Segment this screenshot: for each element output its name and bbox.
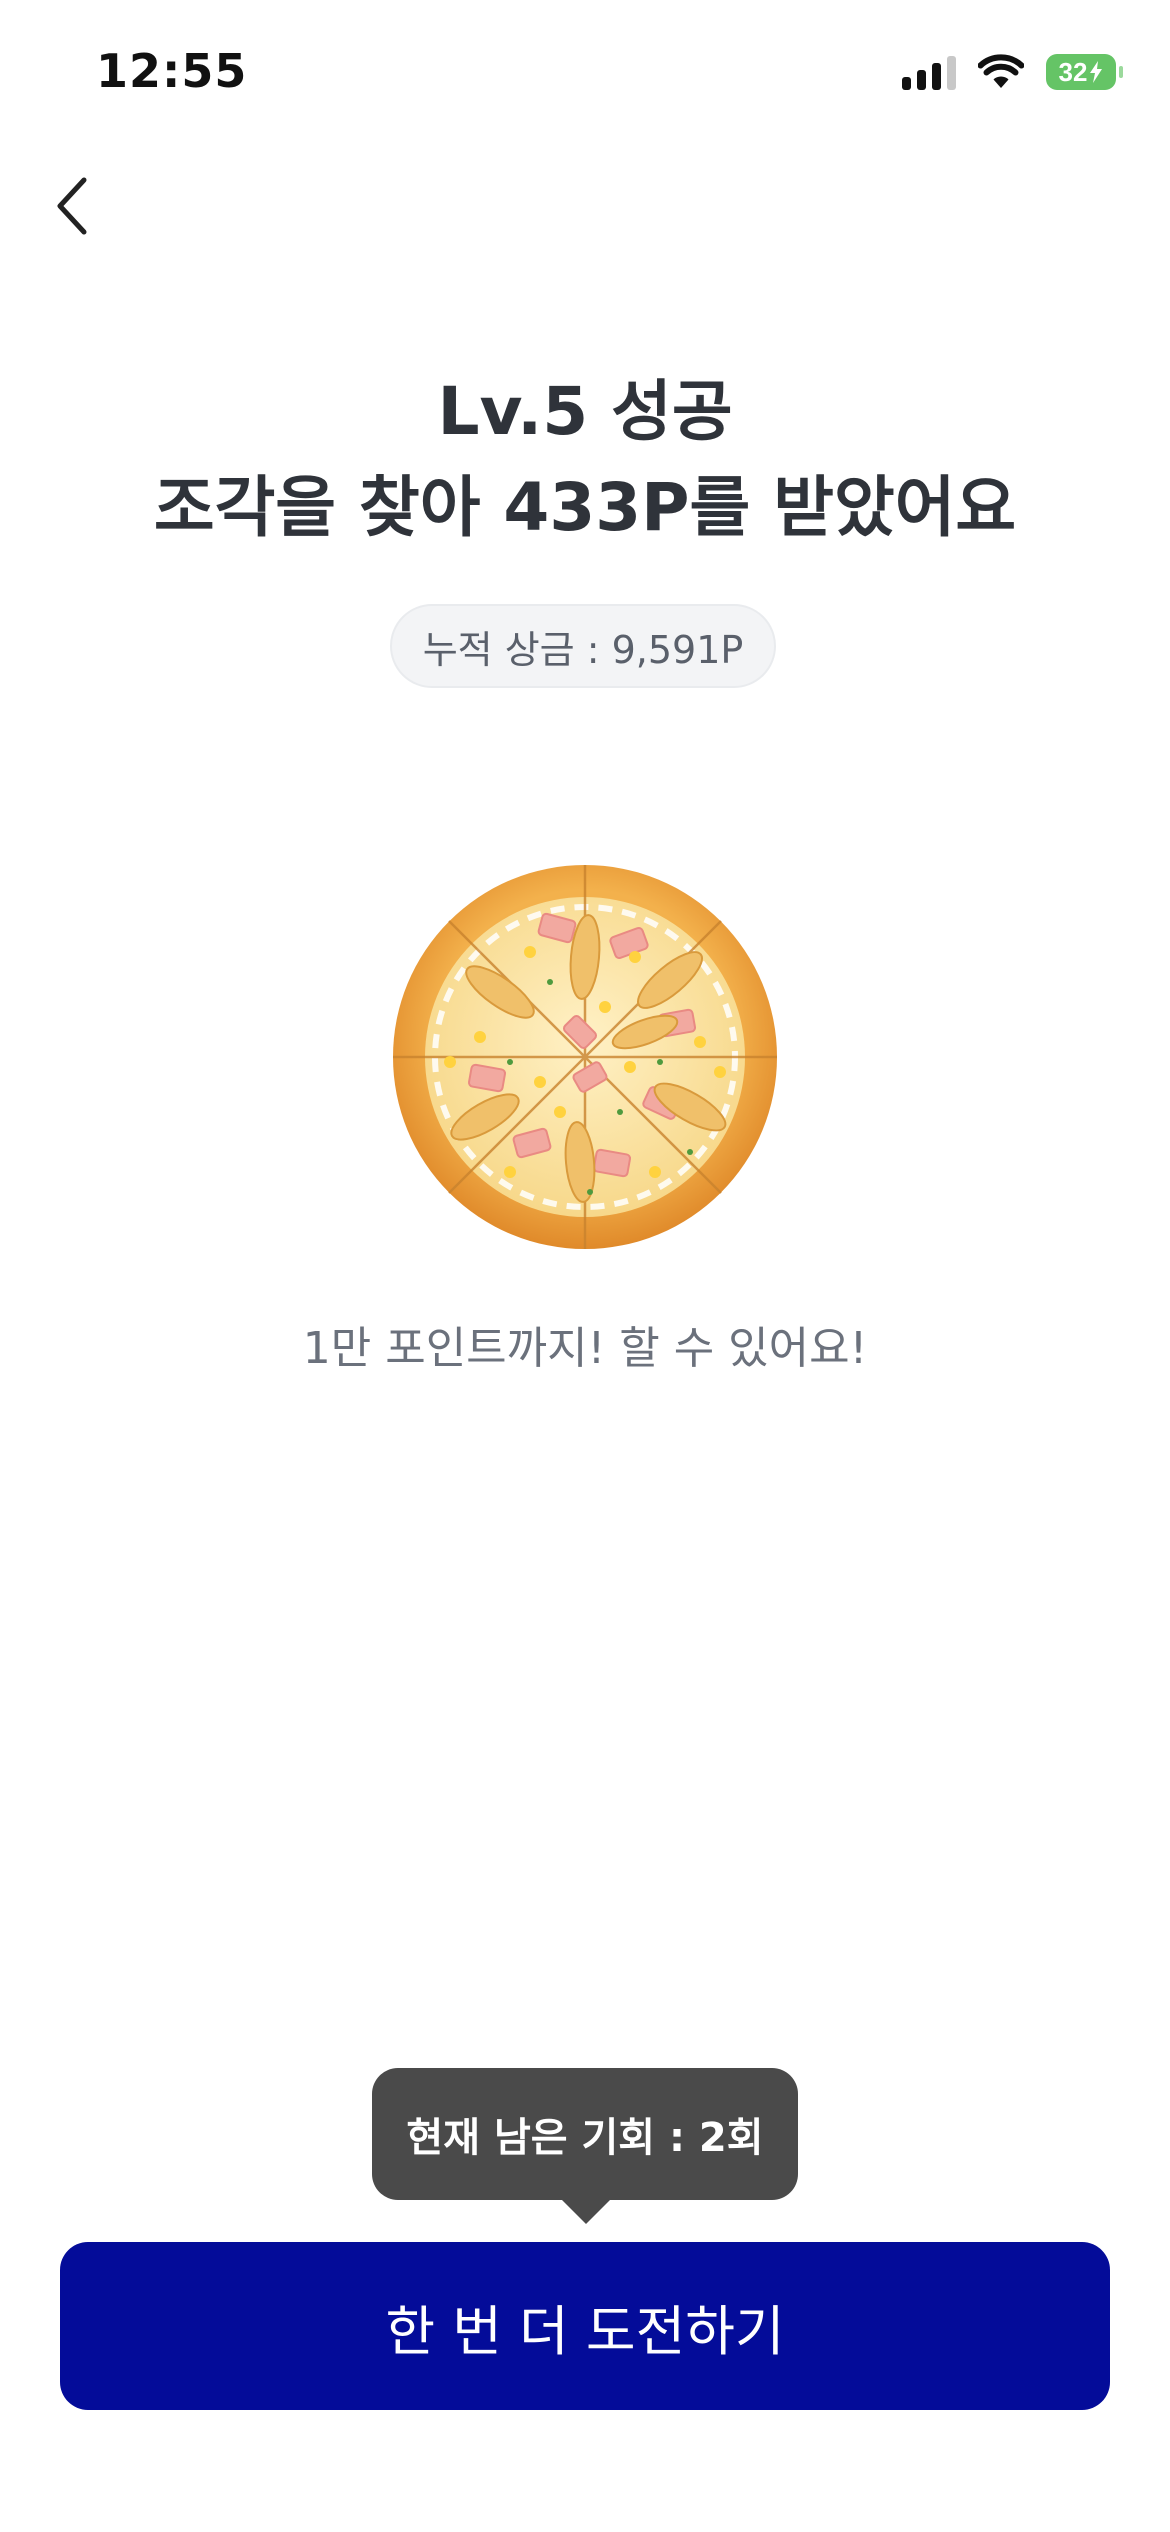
chevron-left-icon (57, 177, 87, 235)
wifi-icon (978, 54, 1024, 88)
retry-button[interactable]: 한 번 더 도전하기 (60, 2242, 1110, 2410)
cellular-signal-icon (902, 54, 956, 90)
tooltip-arrow (558, 2196, 614, 2224)
accumulated-prize-badge: 누적 상금 : 9,591P (390, 604, 776, 688)
result-title: Lv.5 성공 (437, 373, 733, 450)
status-bar: 12:55 32 (0, 0, 1170, 150)
pizza-image (393, 865, 777, 1249)
remaining-chances-tooltip: 현재 남은 기회 : 2회 (372, 2068, 798, 2200)
result-subtitle: 조각을 찾아 433P를 받았어요 (153, 469, 1017, 546)
battery-level: 32 (1058, 56, 1088, 87)
back-button[interactable] (42, 170, 102, 242)
encouragement-text: 1만 포인트까지! 할 수 있어요! (302, 1323, 868, 1374)
status-time: 12:55 (96, 44, 248, 98)
battery-charging-icon: 32 (1046, 54, 1123, 90)
charging-bolt-icon (1090, 61, 1103, 83)
status-icons: 32 (902, 54, 1123, 90)
